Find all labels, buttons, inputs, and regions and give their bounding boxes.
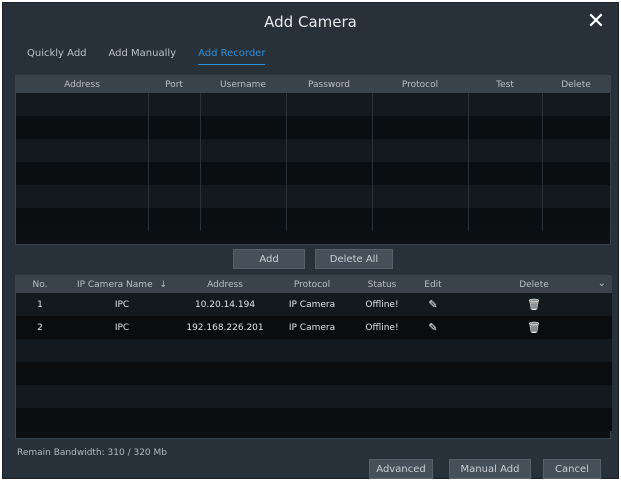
table-row[interactable] (16, 116, 610, 139)
cell-no: 1 (16, 293, 64, 316)
add-button[interactable]: Add (233, 249, 305, 269)
table-row (16, 385, 612, 408)
cell-address: 10.20.14.194 (180, 293, 270, 316)
table-row (16, 408, 612, 431)
column-header-address[interactable]: Address (16, 76, 148, 93)
tab-quickly-add[interactable]: Quickly Add (27, 43, 87, 65)
column-header-edit: Edit (410, 276, 456, 293)
arrow-down-icon: ↓ (159, 279, 168, 290)
trash-icon[interactable]: 🗑 (527, 298, 541, 312)
table-row[interactable]: 2 IPC 192.168.226.201 IP Camera Offline!… (16, 316, 612, 339)
column-header-delete[interactable]: Delete (542, 76, 610, 93)
trash-icon[interactable]: 🗑 (527, 321, 541, 335)
column-header-username[interactable]: Username (200, 76, 286, 93)
table-row[interactable] (16, 93, 610, 116)
column-header-no[interactable]: No. (16, 276, 64, 293)
cell-address: 192.168.226.201 (180, 316, 270, 339)
cell-delete: 🗑 (456, 293, 612, 316)
cell-protocol: IP Camera (270, 316, 354, 339)
camera-list-panel: ⌄ No. IP Camera Name ↓ Address Protocol … (15, 275, 612, 439)
manual-add-button[interactable]: Manual Add (449, 459, 531, 479)
column-header-protocol[interactable]: Protocol (372, 76, 468, 93)
table-row (16, 339, 612, 362)
cell-status: Offline! (354, 293, 410, 316)
tab-bar: Quickly Add Add Manually Add Recorder (27, 43, 287, 65)
chevron-down-icon[interactable]: ⌄ (598, 278, 606, 289)
cell-no: 2 (16, 316, 64, 339)
table-row[interactable] (16, 139, 610, 162)
cell-delete: 🗑 (456, 316, 612, 339)
column-header-password[interactable]: Password (286, 76, 372, 93)
cancel-button[interactable]: Cancel (543, 459, 601, 479)
pencil-icon[interactable]: ✎ (426, 298, 440, 312)
recorder-table-panel: Address Port Username Password Protocol … (15, 75, 611, 245)
add-camera-dialog: Add Camera ✕ Quickly Add Add Manually Ad… (2, 2, 619, 479)
column-header-port[interactable]: Port (148, 76, 200, 93)
close-icon[interactable]: ✕ (584, 10, 608, 34)
column-header-address[interactable]: Address (180, 276, 270, 293)
cell-name: IPC (64, 293, 180, 316)
cell-status: Offline! (354, 316, 410, 339)
cell-edit: ✎ (410, 316, 456, 339)
advanced-button[interactable]: Advanced (369, 459, 433, 479)
cell-protocol: IP Camera (270, 293, 354, 316)
column-header-protocol[interactable]: Protocol (270, 276, 354, 293)
cell-edit: ✎ (410, 293, 456, 316)
column-header-ip-camera-name[interactable]: IP Camera Name ↓ (64, 276, 180, 293)
table-row[interactable] (16, 185, 610, 208)
table-row[interactable] (16, 162, 610, 185)
table-row[interactable]: 1 IPC 10.20.14.194 IP Camera Offline! ✎ … (16, 293, 612, 316)
column-header-test[interactable]: Test (468, 76, 542, 93)
tab-add-manually[interactable]: Add Manually (109, 43, 177, 65)
dialog-title: Add Camera (264, 13, 357, 31)
column-header-delete: Delete (456, 276, 612, 293)
column-header-status[interactable]: Status (354, 276, 410, 293)
delete-all-button[interactable]: Delete All (315, 249, 393, 269)
recorder-table-header: Address Port Username Password Protocol … (16, 76, 610, 93)
tab-add-recorder[interactable]: Add Recorder (198, 43, 266, 65)
remain-bandwidth-label: Remain Bandwidth: 310 / 320 Mb (17, 448, 167, 458)
recorder-table: Address Port Username Password Protocol … (16, 76, 610, 231)
table-row (16, 362, 612, 385)
pencil-icon[interactable]: ✎ (426, 321, 440, 335)
camera-list-table: No. IP Camera Name ↓ Address Protocol St… (16, 276, 612, 431)
camera-table-header: No. IP Camera Name ↓ Address Protocol St… (16, 276, 612, 293)
cell-name: IPC (64, 316, 180, 339)
column-header-ip-camera-name-label: IP Camera Name (76, 279, 153, 290)
table-row[interactable] (16, 208, 610, 231)
